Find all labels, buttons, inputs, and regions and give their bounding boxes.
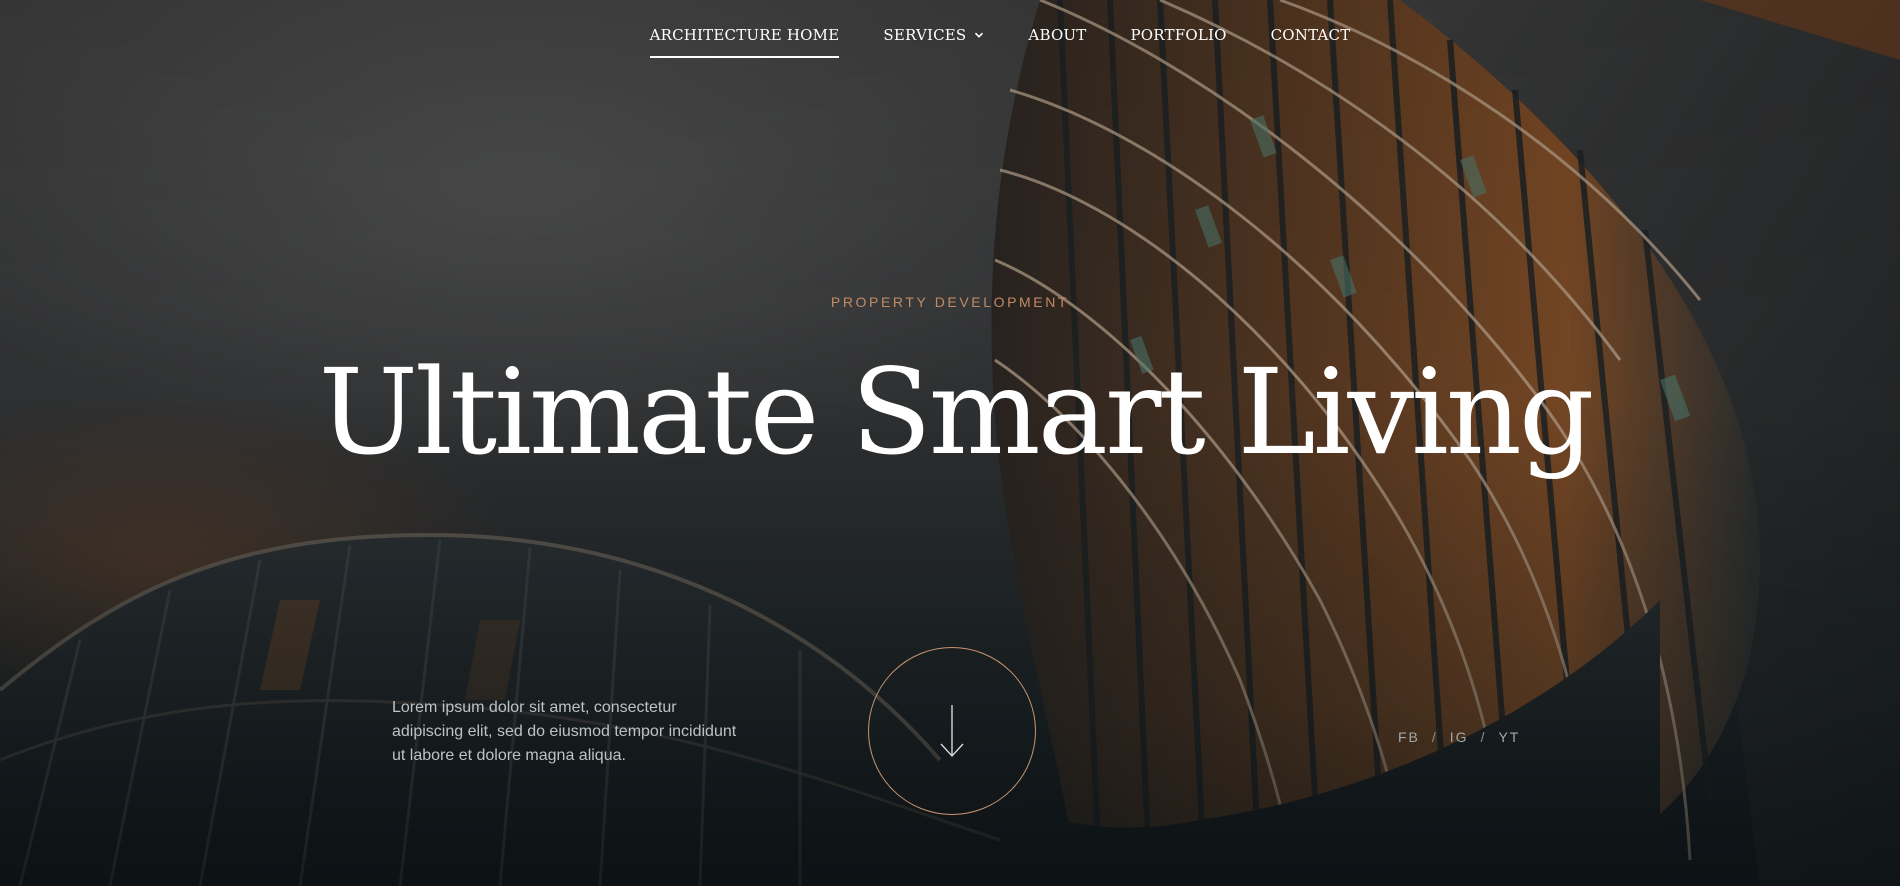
main-navigation: ARCHITECTURE HOME SERVICES ABOUT PORTFOL… (50, 26, 1900, 58)
nav-item-label: ABOUT (1028, 26, 1087, 44)
nav-item-architecture-home[interactable]: ARCHITECTURE HOME (649, 26, 840, 58)
social-link-facebook[interactable]: FB (1398, 729, 1420, 745)
hero-description: Lorem ipsum dolor sit amet, consectetur … (392, 699, 737, 764)
nav-item-portfolio[interactable]: PORTFOLIO (1130, 26, 1226, 58)
social-link-youtube[interactable]: YT (1498, 729, 1520, 745)
nav-item-label: PORTFOLIO (1130, 26, 1227, 44)
separator: / (1480, 729, 1487, 745)
hero-eyebrow: PROPERTY DEVELOPMENT (830, 294, 1070, 310)
hero-section: ARCHITECTURE HOME SERVICES ABOUT PORTFOL… (0, 0, 1900, 886)
nav-item-services[interactable]: SERVICES (883, 26, 984, 58)
arrow-down-icon (940, 705, 964, 758)
nav-item-label: ARCHITECTURE HOME (649, 26, 840, 44)
nav-item-contact[interactable]: CONTACT (1271, 26, 1351, 58)
chevron-down-icon (975, 32, 984, 38)
nav-item-label: SERVICES (883, 26, 967, 44)
nav-item-about[interactable]: ABOUT (1028, 26, 1086, 58)
hero-title: Ultimate Smart Living (318, 343, 1595, 481)
social-link-instagram[interactable]: IG (1450, 729, 1469, 745)
separator: / (1431, 729, 1438, 745)
scroll-down-button[interactable] (868, 647, 1036, 815)
nav-item-label: CONTACT (1270, 26, 1351, 44)
social-links: FB / IG / YT (1398, 729, 1520, 745)
